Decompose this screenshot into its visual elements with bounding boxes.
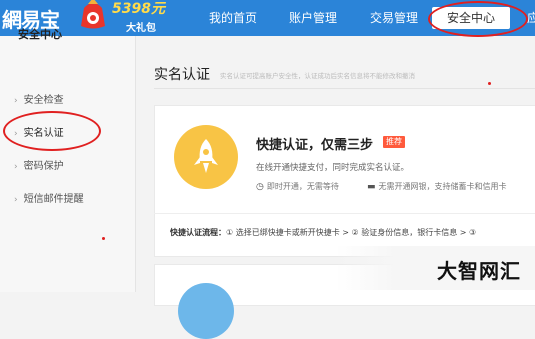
card-icon: ▬ — [367, 181, 376, 192]
nav-transactions[interactable]: 交易管理 — [370, 9, 418, 26]
feature-text: 无需开通网银，支持储蓄卡和信用卡 — [378, 182, 507, 191]
quick-auth-badge — [174, 125, 238, 189]
card-description: 在线开通快捷支付，同时完成实名认证。 — [256, 163, 410, 173]
chevron-right-icon: › — [14, 129, 18, 139]
nav-overflow[interactable]: 应 — [527, 9, 535, 26]
promo-label[interactable]: 大礼包 — [126, 19, 156, 34]
sidebar-item-security-check[interactable]: › 安全检查 — [14, 91, 64, 106]
flow-step-3: ③ — [469, 228, 477, 237]
flow-step-1: ① 选择已绑快捷卡或新开快捷卡 — [226, 228, 340, 237]
chevron-right-icon: › — [14, 162, 18, 172]
flow-step-2: ② 验证身份信息，银行卡信息 — [351, 228, 458, 237]
sidebar-item-label: 实名认证 — [23, 128, 64, 139]
card-heading: 快捷认证，仅需三步 — [256, 138, 374, 153]
auth-flow: 快捷认证流程：① 选择已绑快捷卡或新开快捷卡 > ② 验证身份信息，银行卡信息 … — [170, 227, 476, 238]
flow-arrow-icon: > — [457, 228, 470, 237]
page-note: 实名认证可提高账户安全性，认证成功后实名信息将不能修改和撤消 — [220, 72, 415, 80]
gift-bag-icon — [81, 0, 105, 29]
clock-icon: ◷ — [256, 181, 264, 192]
second-auth-badge — [178, 283, 234, 339]
sidebar-item-label: 短信邮件提醒 — [23, 194, 84, 205]
rocket-icon — [194, 139, 218, 173]
sidebar-title: 安全中心 — [18, 28, 62, 41]
page-title: 实名认证 — [154, 67, 210, 83]
title-divider — [154, 88, 535, 89]
sidebar-item-password-protect[interactable]: › 密码保护 — [14, 157, 64, 172]
top-navigation-bar: 網易宝 5398元 大礼包 我的首页 账户管理 交易管理 安全中心 应 — [0, 0, 535, 36]
card-separator — [154, 213, 535, 214]
annotation-dot — [488, 82, 491, 85]
chevron-right-icon: › — [14, 195, 18, 205]
sidebar-item-sms-email[interactable]: › 短信邮件提醒 — [14, 190, 84, 205]
sidebar-item-real-name[interactable]: › 实名认证 — [14, 124, 64, 139]
annotation-dot — [102, 237, 105, 240]
flow-label: 快捷认证流程： — [170, 228, 226, 237]
nav-home[interactable]: 我的首页 — [209, 9, 257, 26]
nav-account[interactable]: 账户管理 — [289, 9, 337, 26]
watermark: 大智网汇 — [437, 259, 521, 283]
sidebar-item-label: 安全检查 — [23, 95, 64, 106]
feature-instant: ◷ 即时开通，无需等待 — [256, 181, 339, 192]
feature-no-online-bank: ▬ 无需开通网银，支持储蓄卡和信用卡 — [367, 181, 507, 192]
recommend-badge: 推荐 — [383, 136, 405, 148]
chevron-right-icon: › — [14, 96, 18, 106]
sidebar-item-label: 密码保护 — [23, 161, 64, 172]
promo-amount[interactable]: 5398元 — [112, 2, 165, 16]
nav-security-center[interactable]: 安全中心 — [432, 7, 510, 29]
flow-arrow-icon: > — [339, 228, 352, 237]
feature-text: 即时开通，无需等待 — [266, 182, 339, 191]
